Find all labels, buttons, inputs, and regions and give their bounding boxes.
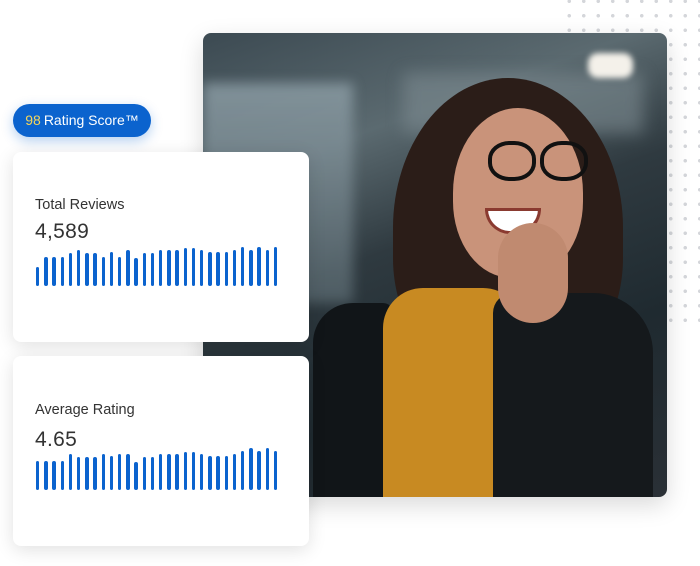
sparkline-bar (52, 257, 56, 286)
sparkline-bar (200, 250, 204, 286)
sparkline-bar (216, 456, 220, 490)
sparkline-bar (85, 253, 89, 286)
sparkline-bar (150, 457, 155, 490)
sparkline-bar (77, 250, 81, 286)
sparkline-bar (175, 454, 179, 490)
sparkline-bar (68, 454, 73, 490)
rating-score-value: 98 (25, 112, 41, 128)
card-label: Total Reviews (35, 197, 125, 213)
sparkline-bar (150, 253, 155, 286)
sparkline-bar (36, 461, 40, 490)
bar-sparkline (36, 241, 286, 286)
card-label: Average Rating (35, 402, 135, 418)
sparkline-bar (36, 267, 40, 286)
sparkline-bar (134, 258, 138, 286)
sparkline-bar (232, 454, 237, 490)
sparkline-bar (93, 457, 97, 490)
sparkline-bar (167, 250, 171, 286)
sparkline-bar (118, 257, 122, 286)
sparkline-bar (175, 250, 179, 286)
sparkline-bar (241, 247, 245, 286)
sparkline-bar (93, 253, 97, 286)
sparkline-bar (249, 250, 253, 286)
rating-score-label: Rating Score™ (43, 112, 139, 128)
glasses (488, 141, 588, 181)
sparkline-bar (208, 252, 212, 286)
sparkline-bar (101, 454, 105, 490)
sparkline-bar (159, 454, 163, 490)
total-reviews-card: Total Reviews 4,589 (13, 152, 309, 342)
sparkline-bar (191, 248, 196, 286)
bar-sparkline (36, 445, 286, 490)
sparkline-bar (60, 461, 64, 490)
sparkline-bar (273, 451, 278, 490)
average-rating-card: Average Rating 4.65 (13, 356, 309, 546)
sparkline-bar (126, 454, 130, 490)
rating-score-badge: 98 Rating Score™ (13, 104, 151, 137)
sparkline-bar (142, 253, 146, 286)
sparkline-bar (52, 461, 56, 490)
sparkline-bar (85, 457, 89, 490)
sparkline-bar (265, 250, 269, 286)
sparkline-bar (241, 451, 245, 490)
sparkline-bar (109, 456, 114, 490)
sparkline-bar (224, 252, 228, 286)
sparkline-bar (159, 250, 163, 286)
sparkline-bar (118, 454, 122, 490)
sparkline-bar (183, 452, 187, 490)
sparkline-bar (77, 457, 81, 490)
sparkline-bar (44, 461, 48, 490)
sparkline-bar (60, 257, 64, 286)
sparkline-bar (68, 253, 73, 286)
sparkline-bar (101, 257, 105, 286)
sparkline-bar (257, 451, 261, 490)
sparkline-bar (126, 250, 130, 286)
sparkline-bar (44, 257, 48, 286)
sparkline-bar (208, 456, 212, 490)
sparkline-bar (167, 454, 171, 490)
sparkline-bar (224, 456, 228, 490)
sparkline-bar (200, 454, 204, 490)
sparkline-bar (257, 247, 261, 286)
sparkline-bar (134, 462, 138, 490)
sparkline-bar (265, 448, 269, 490)
sparkline-bar (183, 248, 187, 286)
sparkline-bar (109, 252, 114, 286)
sparkline-bar (191, 452, 196, 490)
sparkline-bar (216, 252, 220, 286)
sparkline-bar (232, 250, 237, 286)
sparkline-bar (273, 247, 278, 286)
sparkline-bar (249, 448, 253, 490)
sparkline-bar (142, 457, 146, 490)
